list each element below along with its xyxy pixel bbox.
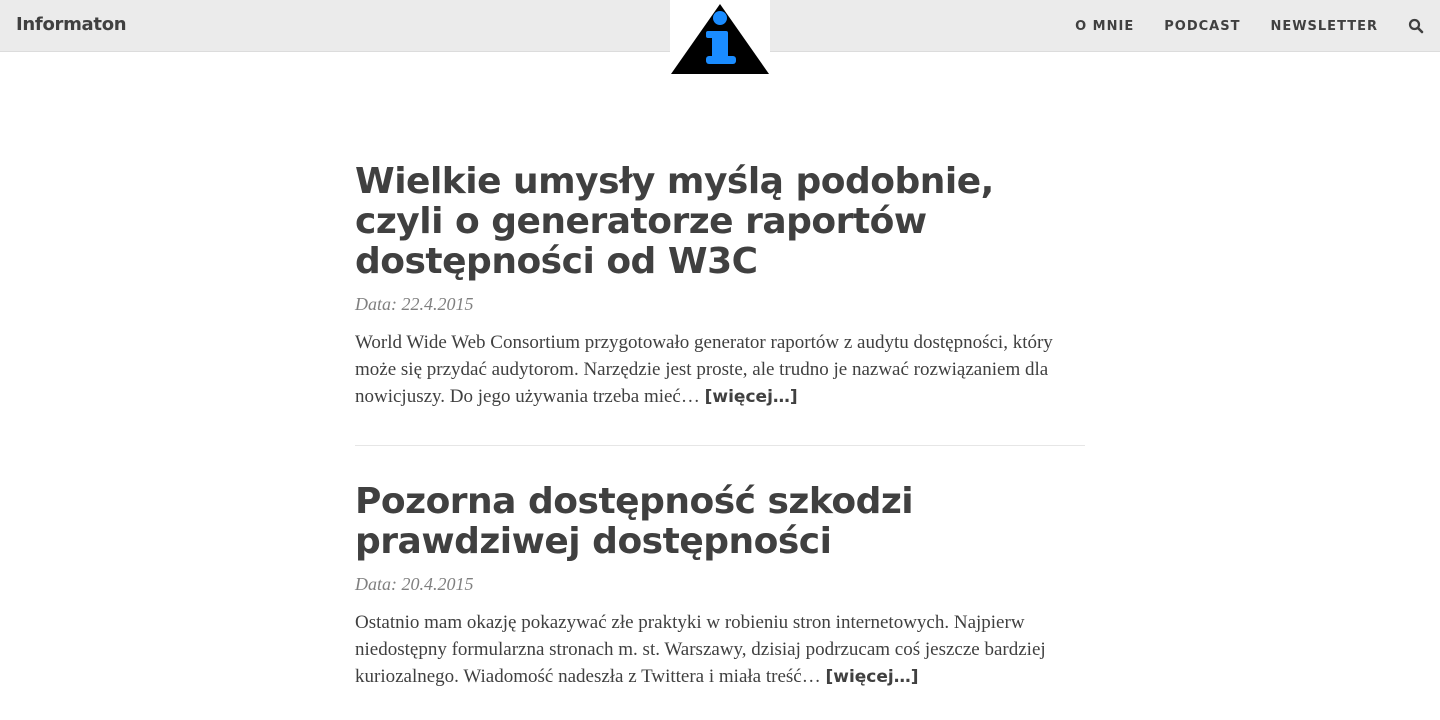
info-logo-icon (671, 4, 769, 74)
brand-link[interactable]: Informaton (16, 14, 127, 35)
site-logo[interactable] (670, 0, 770, 74)
post-excerpt: World Wide Web Consortium przygotowało g… (355, 329, 1085, 411)
main-nav: O MNIE PODCAST NEWSLETTER (1075, 0, 1440, 52)
post-title: Wielkie umysły myślą podobnie, czyli o g… (355, 162, 1085, 282)
nav-link-podcast[interactable]: PODCAST (1164, 19, 1240, 34)
read-more-link[interactable]: [więcej…] (825, 667, 918, 687)
navbar: Informaton O MNIE PODCAST NEWSLETTER (0, 0, 1440, 74)
search-icon[interactable] (1408, 18, 1424, 34)
post-title-link[interactable]: Pozorna dostępność szkodzi prawdziwej do… (355, 481, 914, 562)
post-excerpt: Ostatnio mam okazję pokazywać złe prakty… (355, 609, 1085, 691)
post-date: Data: 20.4.2015 (355, 574, 474, 594)
nav-link-o-mnie[interactable]: O MNIE (1075, 19, 1134, 34)
read-more-link[interactable]: [więcej…] (705, 387, 798, 407)
post-preview: Wielkie umysły myślą podobnie, czyli o g… (355, 162, 1085, 411)
post-title-link[interactable]: Wielkie umysły myślą podobnie, czyli o g… (355, 161, 994, 282)
post-divider (355, 445, 1085, 446)
post-excerpt-text: Ostatnio mam okazję pokazywać złe prakty… (355, 612, 1046, 687)
post-list: Wielkie umysły myślą podobnie, czyli o g… (355, 162, 1085, 691)
post-preview: Pozorna dostępność szkodzi prawdziwej do… (355, 482, 1085, 691)
post-date: Data: 22.4.2015 (355, 294, 474, 314)
nav-link-newsletter[interactable]: NEWSLETTER (1270, 19, 1378, 34)
post-title: Pozorna dostępność szkodzi prawdziwej do… (355, 482, 1085, 562)
